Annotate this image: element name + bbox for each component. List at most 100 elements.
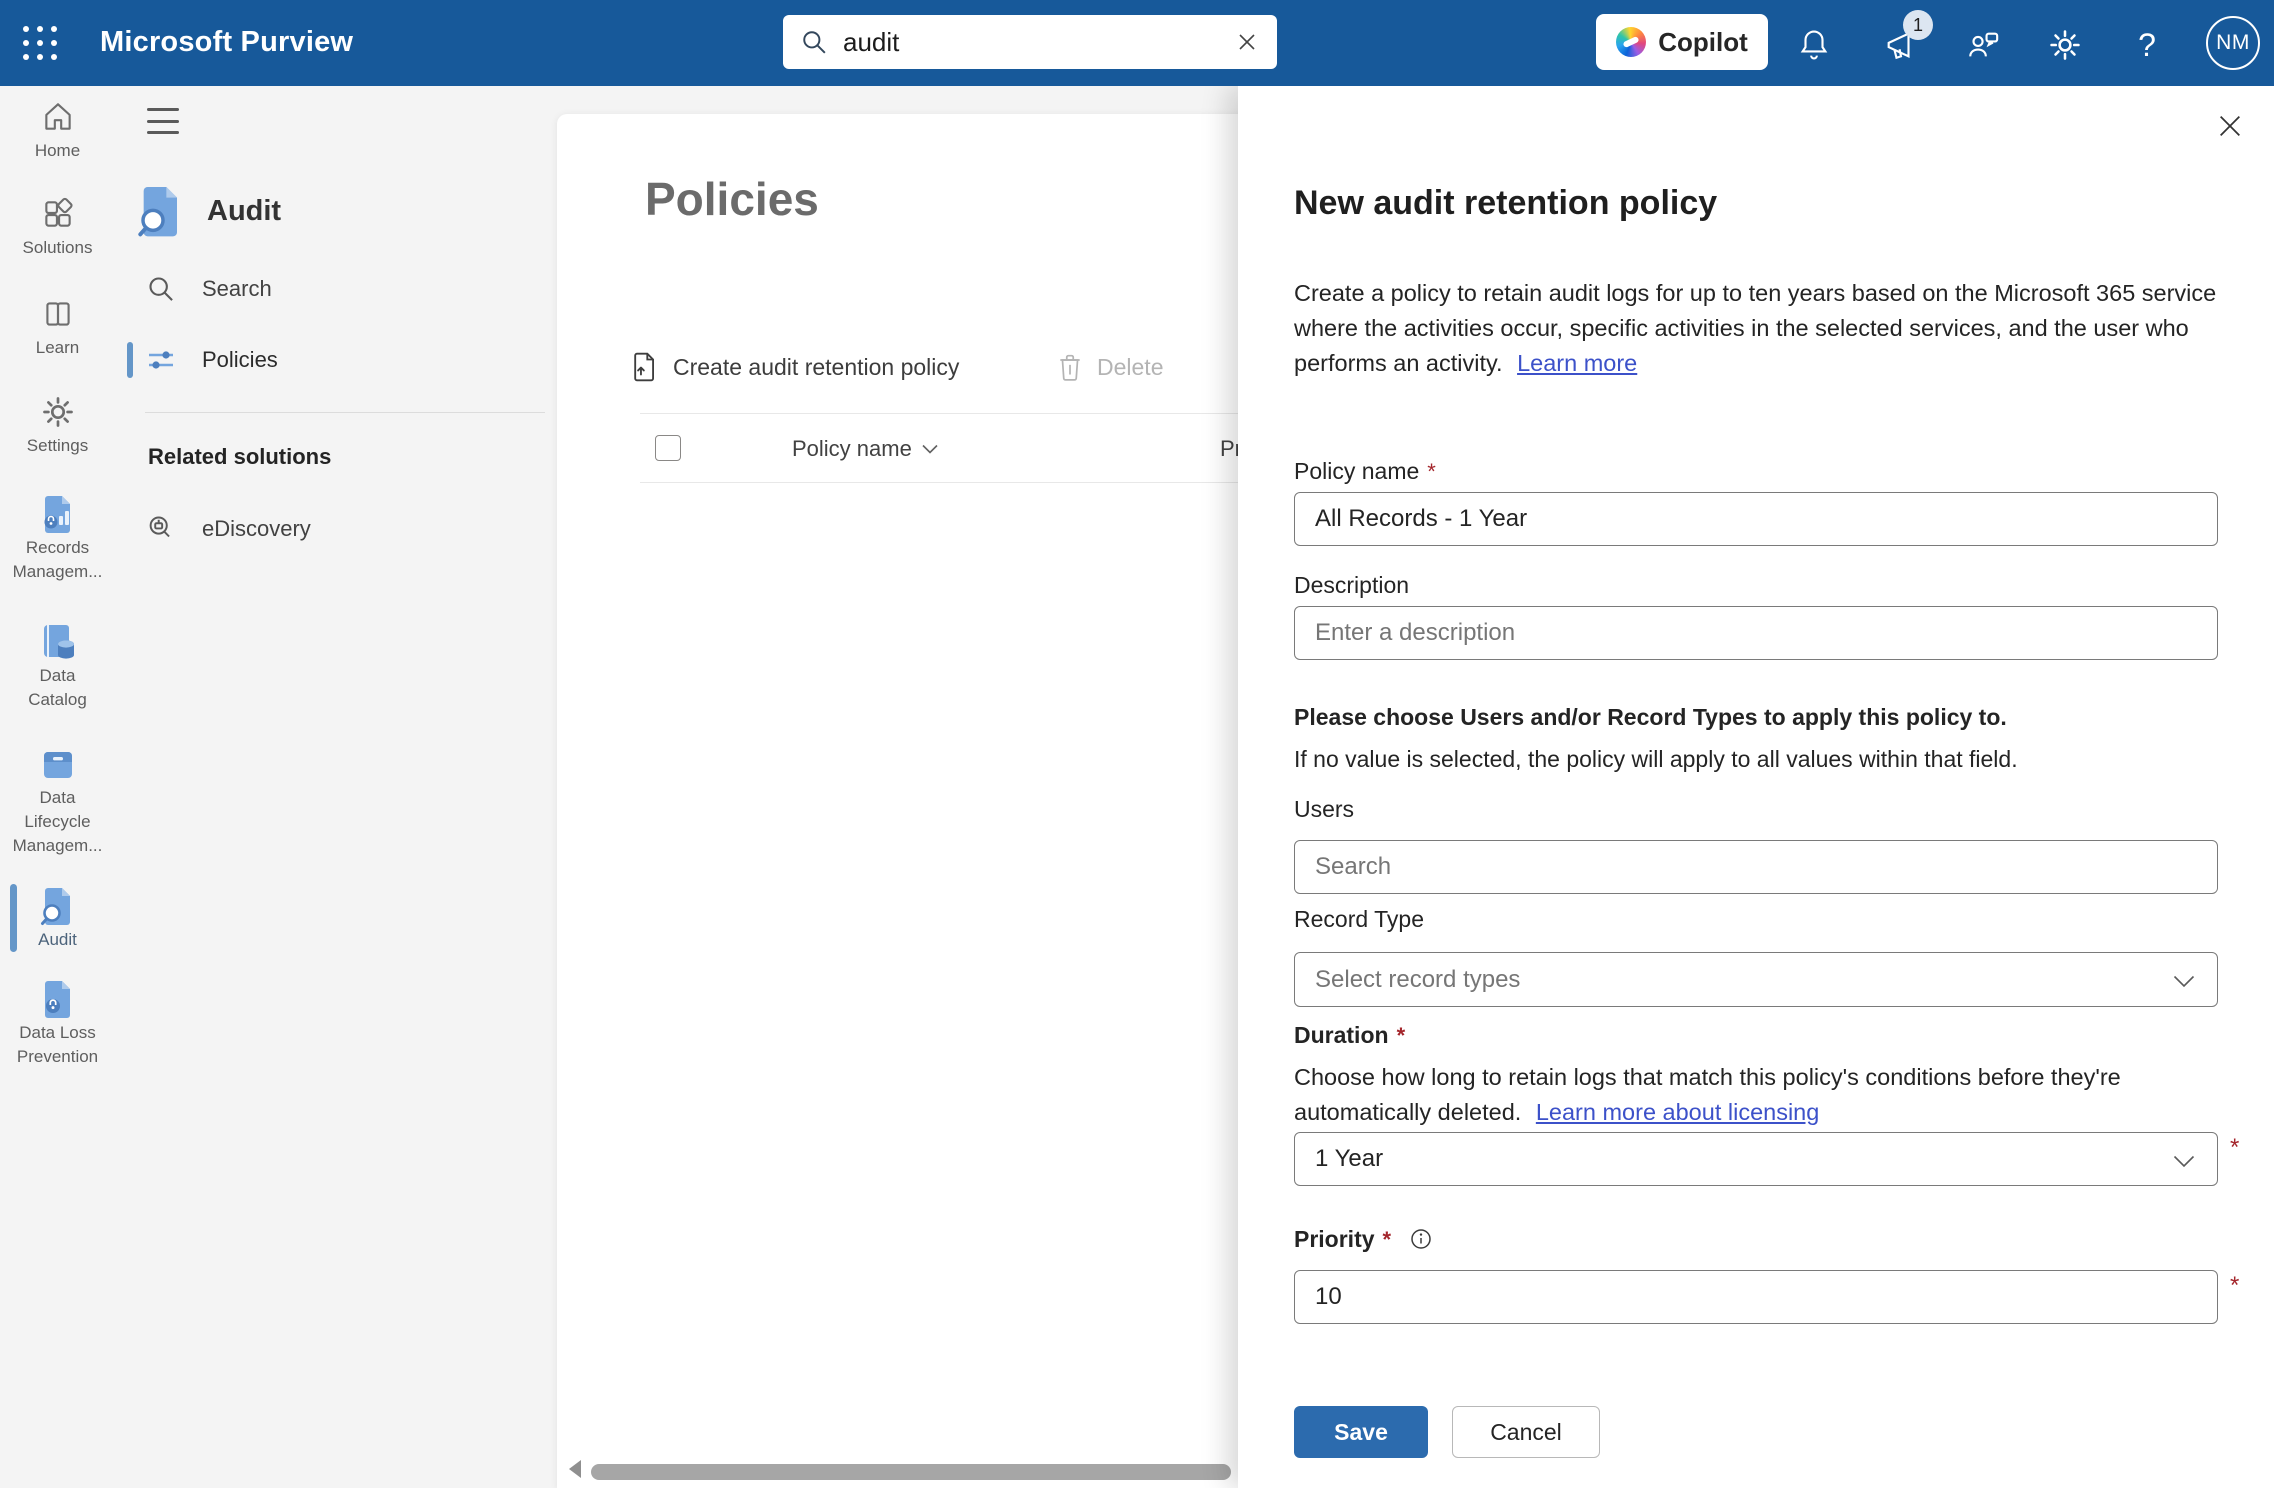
priority-field[interactable] [1294,1270,2218,1324]
copilot-label: Copilot [1658,27,1748,58]
delete-button[interactable]: Delete [1057,342,1163,392]
required-marker: * [1397,1023,1406,1048]
chevron-down-icon [2173,975,2195,988]
sidebar-item-learn[interactable]: Learn [0,296,115,360]
duration-help-text: Choose how long to retain logs that matc… [1294,1060,2194,1130]
create-button-label: Create audit retention policy [673,354,959,381]
chooser-heading: Please choose Users and/or Record Types … [1294,704,2007,731]
rail-label: Lifecycle [0,810,115,834]
search-icon [801,29,827,55]
panel-description: Create a policy to retain audit logs for… [1294,276,2244,381]
nav-item-label: Search [202,276,272,302]
horizontal-scroll-left-arrow[interactable] [569,1460,581,1478]
rail-label: Records [0,536,115,560]
policies-sliders-icon [146,346,176,374]
close-panel-icon[interactable] [2216,112,2244,140]
rail-label: Data [0,786,115,810]
nav-item-policies[interactable]: Policies [115,338,557,382]
sidebar-item-home[interactable]: Home [0,99,115,163]
chevron-down-icon [2173,1155,2195,1168]
search-icon [146,275,176,303]
solutions-grid-icon [40,196,76,232]
nav-item-ediscovery[interactable]: eDiscovery [115,507,557,551]
learn-book-icon [40,296,76,332]
notifications-bell-icon[interactable] [1792,23,1836,67]
avatar[interactable]: NM [2206,16,2260,70]
data-catalog-icon [40,624,76,660]
sidebar-item-data-loss-prevention[interactable]: Data Loss Prevention [0,981,115,1069]
cancel-button[interactable]: Cancel [1452,1406,1600,1458]
select-all-checkbox[interactable] [655,435,681,461]
column-header-policy-name[interactable]: Policy name [792,414,938,483]
app-launcher-waffle-icon[interactable] [20,23,60,63]
records-management-icon [40,496,76,532]
learn-more-about-licensing-link[interactable]: Learn more about licensing [1536,1099,1819,1125]
create-audit-retention-policy-button[interactable]: Create audit retention policy [631,342,959,392]
description-label: Description [1294,572,1409,599]
rail-label: Learn [0,336,115,360]
chooser-note: If no value is selected, the policy will… [1294,746,2018,773]
sidebar-item-audit[interactable]: Audit [0,888,115,952]
nav-item-label: Policies [202,347,278,373]
sidebar-item-records-management[interactable]: Records Managem... [0,496,115,584]
rail-label: Audit [0,928,115,952]
priority-info-icon[interactable] [1409,1227,1433,1251]
rail-label: Solutions [0,236,115,260]
required-marker: * [2230,1134,2239,1162]
notification-count-badge: 1 [1903,10,1933,40]
home-icon [40,99,76,135]
duration-label: Duration* [1294,1022,1405,1049]
solution-header: Audit [137,184,281,238]
solution-title: Audit [207,195,281,228]
copilot-icon [1616,27,1646,57]
rail-label: Managem... [0,834,115,858]
help-icon[interactable]: ? [2125,23,2169,67]
sidebar-item-settings[interactable]: Settings [0,394,115,458]
policy-name-field[interactable] [1294,492,2218,546]
delete-button-label: Delete [1097,354,1163,381]
global-search [783,15,1277,69]
rail-label: Catalog [0,688,115,712]
nav-item-search[interactable]: Search [115,267,557,311]
new-policy-document-icon [631,352,659,382]
description-field[interactable] [1294,606,2218,660]
related-solutions-heading: Related solutions [148,444,331,470]
users-search-field[interactable] [1294,840,2218,894]
nav-divider [145,412,545,413]
save-button[interactable]: Save [1294,1406,1428,1458]
page-title: Policies [645,172,819,226]
nav-item-label: eDiscovery [202,516,311,542]
required-marker: * [1427,459,1436,484]
users-label: Users [1294,796,1354,823]
collapse-nav-hamburger-icon[interactable] [147,108,179,134]
rail-label: Managem... [0,560,115,584]
panel-description-text: Create a policy to retain audit logs for… [1294,280,2216,376]
audit-icon [40,888,76,924]
chevron-down-icon [922,444,938,454]
rail-label: Data Loss [0,1021,115,1045]
active-solution-indicator [10,884,17,952]
record-type-dropdown[interactable]: Select record types [1294,952,2218,1007]
sidebar-item-data-lifecycle-management[interactable]: Data Lifecycle Managem... [0,746,115,858]
ediscovery-icon [146,514,176,544]
search-input[interactable] [843,27,1235,58]
sidebar-item-solutions[interactable]: Solutions [0,196,115,260]
record-type-label: Record Type [1294,906,1424,933]
clear-search-icon[interactable] [1235,30,1259,54]
audit-navigation-panel: Audit Search Policies Related solutions … [115,86,557,1488]
trash-icon [1057,353,1083,381]
horizontal-scrollbar-thumb[interactable] [591,1464,1231,1480]
audit-solution-icon [137,184,185,238]
settings-gear-icon [40,394,76,430]
solutions-rail: Home Solutions Learn Settings Records Ma… [0,86,115,1488]
priority-label: Priority* [1294,1226,1433,1253]
rail-label: Home [0,139,115,163]
active-nav-indicator [127,342,133,378]
settings-gear-icon[interactable] [2043,23,2087,67]
copilot-button[interactable]: Copilot [1596,14,1768,70]
duration-dropdown[interactable]: 1 Year [1294,1132,2218,1186]
sidebar-item-data-catalog[interactable]: Data Catalog [0,624,115,712]
feedback-person-chat-icon[interactable] [1961,23,2005,67]
new-audit-retention-policy-panel: New audit retention policy Create a poli… [1238,86,2274,1488]
learn-more-link[interactable]: Learn more [1517,350,1637,376]
